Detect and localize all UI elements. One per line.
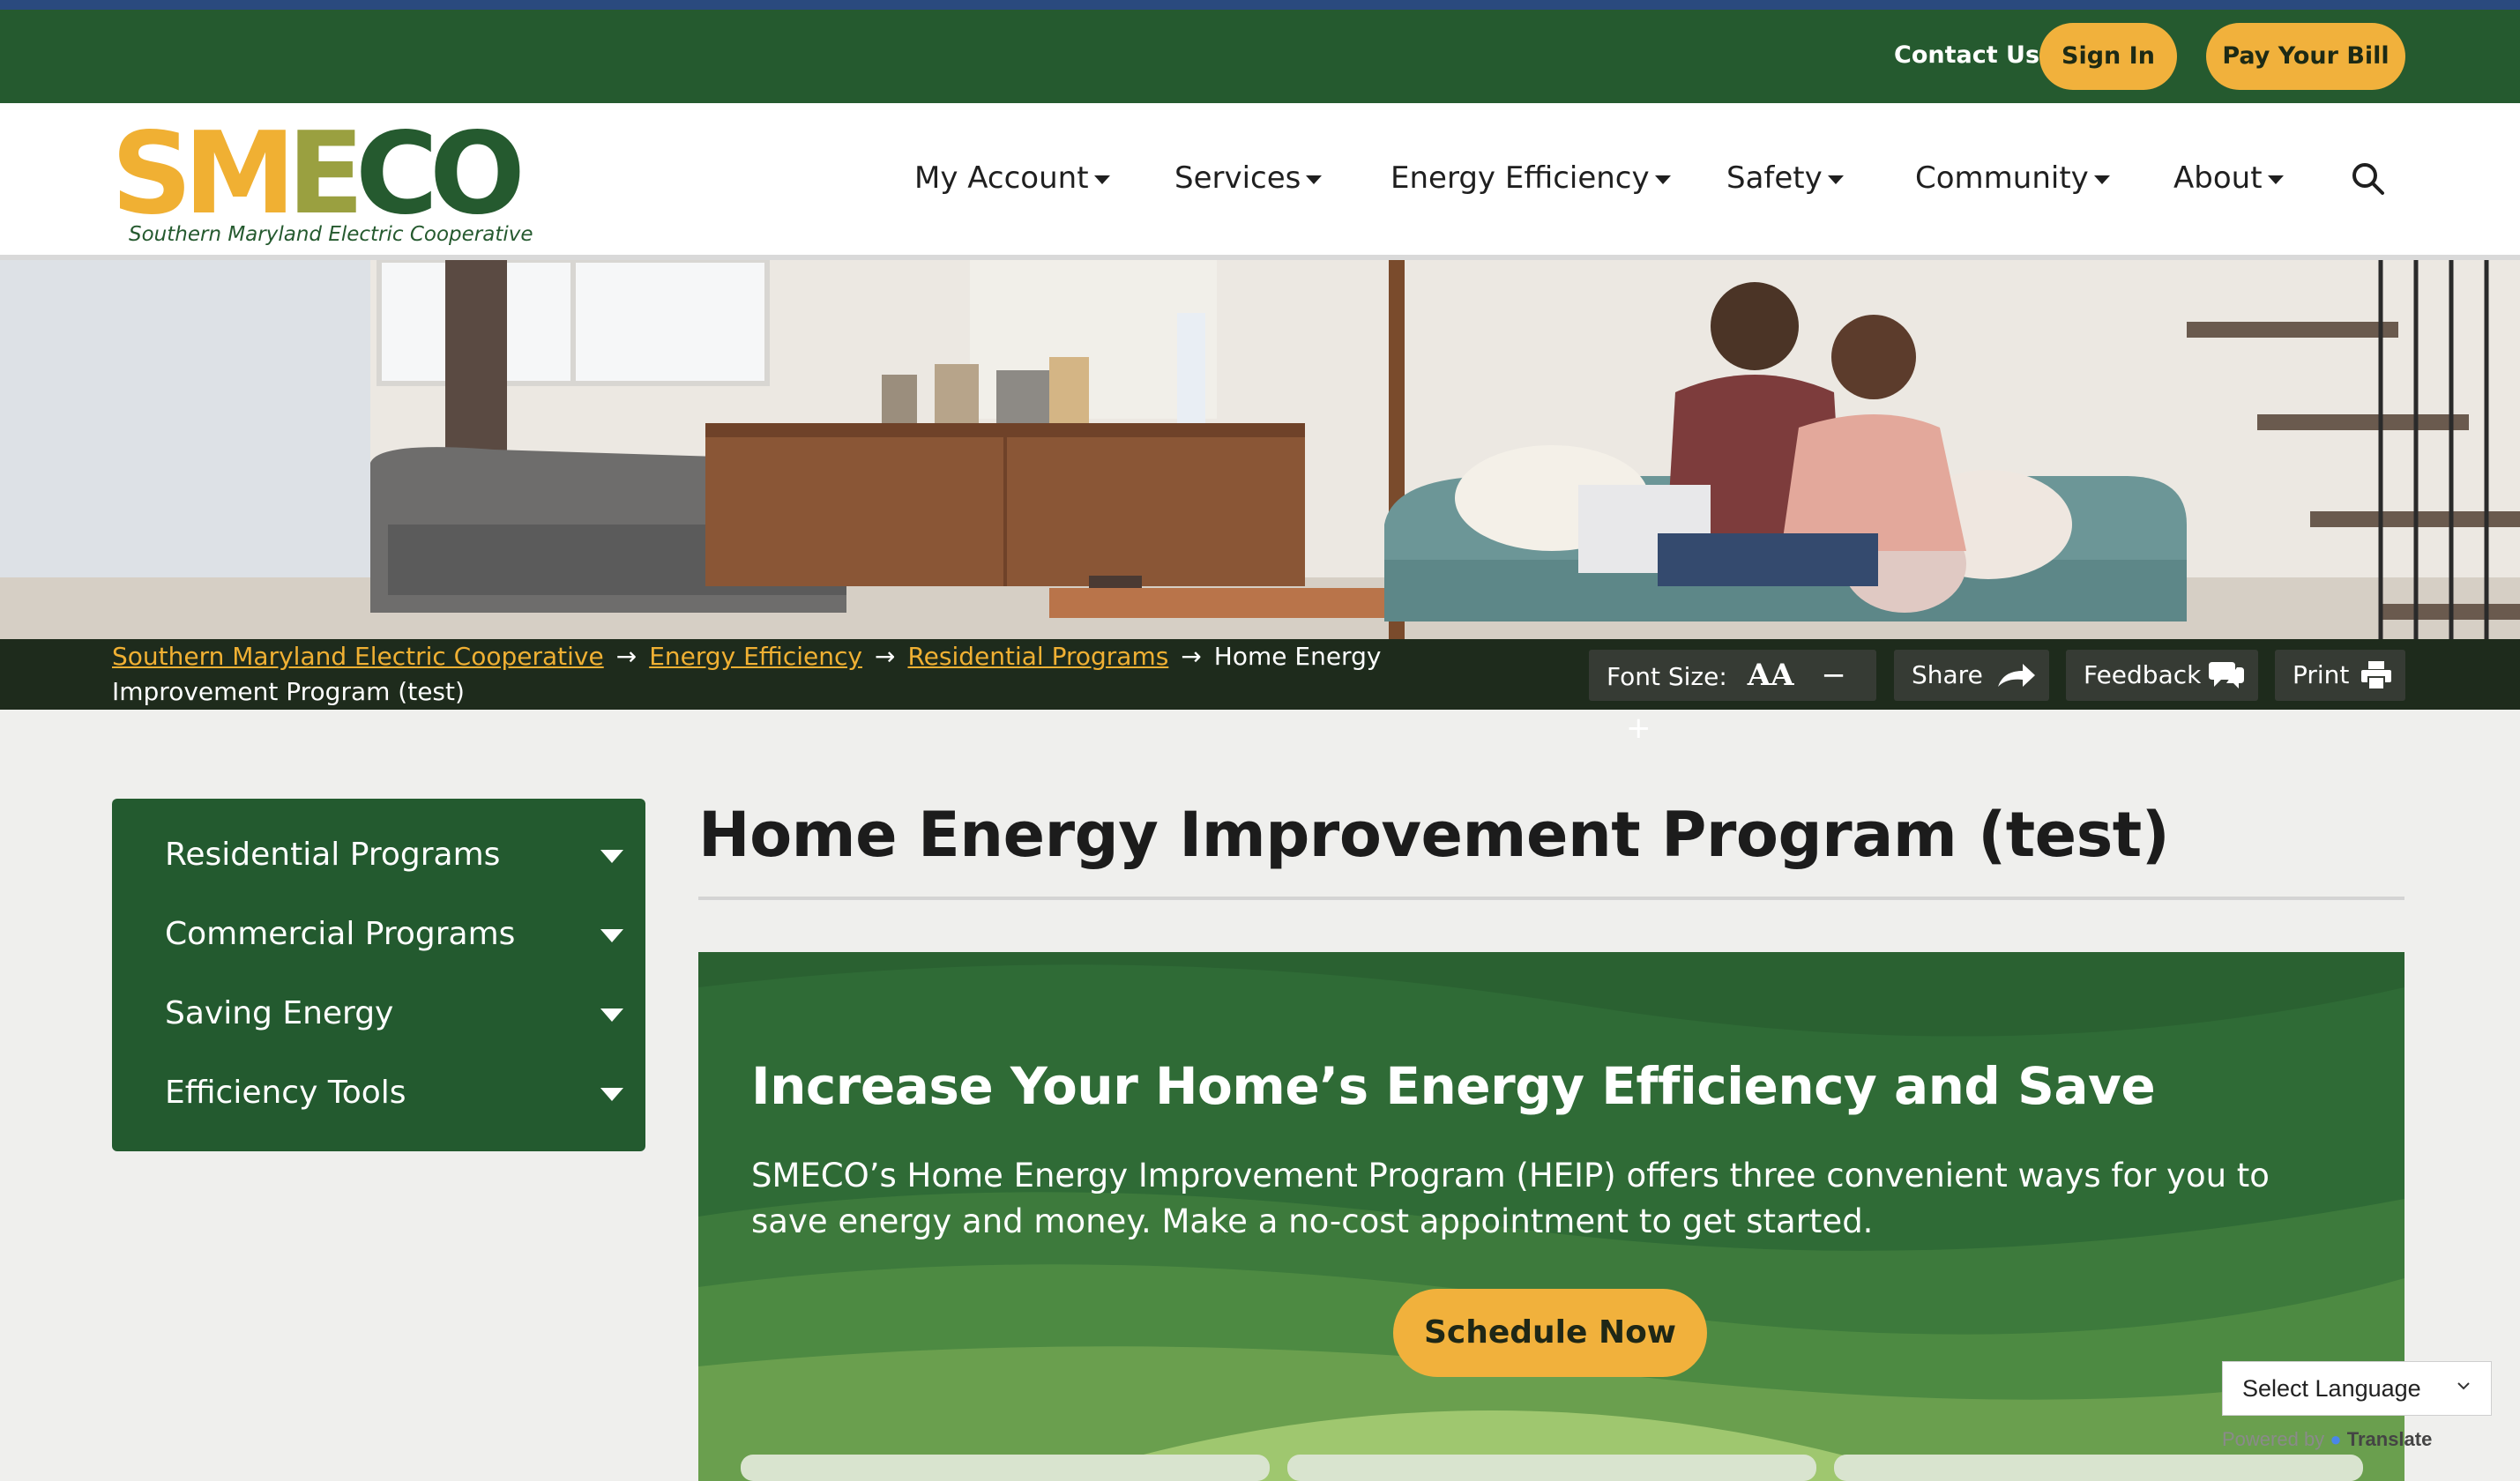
share-button[interactable]: Share	[1894, 650, 2049, 701]
utility-bar: Contact Us Sign In Pay Your Bill	[0, 10, 2520, 103]
breadcrumb-link-home[interactable]: Southern Maryland Electric Cooperative	[112, 642, 604, 671]
sidebar-item-residential-programs[interactable]: Residential Programs	[165, 829, 623, 882]
logo-tagline: Southern Maryland Electric Cooperative	[129, 223, 533, 246]
chevron-down-icon	[2457, 1382, 2470, 1390]
google-logo-icon: ●	[2330, 1428, 2342, 1450]
promo-banner: Increase Your Home’s Energy Efficiency a…	[698, 952, 2404, 1481]
font-decrease-button[interactable]: −	[1821, 658, 1846, 693]
title-divider	[698, 897, 2404, 900]
font-size-icon: AA	[1747, 658, 1794, 693]
font-size-control: Font Size: AA − +	[1589, 650, 1876, 746]
caret-down-icon	[1093, 175, 1110, 184]
breadcrumb-link-energy-efficiency[interactable]: Energy Efficiency	[649, 642, 862, 671]
font-increase-button[interactable]: +	[1626, 711, 1651, 746]
nav-community[interactable]: Community	[1915, 156, 2110, 200]
chevron-down-icon[interactable]	[600, 1008, 623, 1022]
feedback-button[interactable]: Feedback	[2066, 650, 2258, 701]
breadcrumb: Southern Maryland Electric Cooperative → E…	[112, 639, 1523, 710]
print-button[interactable]: Print	[2275, 650, 2405, 701]
nav-my-account[interactable]: My Account	[914, 156, 1110, 200]
caret-down-icon	[2093, 175, 2110, 184]
nav-services[interactable]: Services	[1174, 156, 1323, 200]
breadcrumb-arrow-icon: →	[615, 642, 637, 671]
select-language-dropdown[interactable]: Select Language	[2222, 1361, 2492, 1416]
schedule-now-button[interactable]: Schedule Now	[1393, 1289, 1707, 1377]
search-button[interactable]	[2349, 160, 2388, 198]
breadcrumb-bar: Southern Maryland Electric Cooperative → E…	[0, 639, 2520, 746]
nav-about[interactable]: About	[2173, 156, 2284, 200]
search-icon	[2352, 163, 2384, 195]
breadcrumb-arrow-icon: →	[875, 642, 896, 671]
feedback-icon	[2209, 662, 2244, 688]
printer-icon	[2361, 661, 2391, 689]
page-title: Home Energy Improvement Program (test)	[698, 799, 2170, 871]
nav-energy-efficiency[interactable]: Energy Efficiency	[1390, 156, 1671, 200]
main-navigation: SMECO Southern Maryland Electric Coopera…	[0, 103, 2520, 260]
smeco-logo[interactable]: SMECO Southern Maryland Electric Coopera…	[111, 108, 533, 251]
share-icon	[1998, 664, 2035, 687]
top-accent-strip	[0, 0, 2520, 10]
powered-by-translate[interactable]: Powered by ● Translate	[2222, 1428, 2432, 1451]
logo-wordmark: SMECO	[111, 108, 526, 240]
pay-bill-button[interactable]: Pay Your Bill	[2206, 23, 2405, 90]
caret-down-icon	[1654, 175, 1671, 184]
sign-in-button[interactable]: Sign In	[2039, 23, 2177, 90]
chevron-down-icon[interactable]	[600, 1088, 623, 1101]
breadcrumb-arrow-icon: →	[1181, 642, 1202, 671]
font-size-label: Font Size:	[1607, 662, 1727, 691]
caret-down-icon	[1827, 175, 1844, 184]
contact-us-link[interactable]: Contact Us	[1894, 34, 2039, 77]
sidebar-item-saving-energy[interactable]: Saving Energy	[165, 987, 623, 1040]
chevron-down-icon[interactable]	[600, 929, 623, 942]
sidebar-item-efficiency-tools[interactable]: Efficiency Tools	[165, 1067, 623, 1120]
nav-safety[interactable]: Safety	[1726, 156, 1844, 200]
chevron-down-icon[interactable]	[600, 850, 623, 863]
promo-heading: Increase Your Home’s Energy Efficiency a…	[751, 1056, 2156, 1116]
promo-description: SMECO’s Home Energy Improvement Program …	[751, 1157, 2270, 1240]
breadcrumb-link-residential-programs[interactable]: Residential Programs	[907, 642, 1168, 671]
section-sidebar: Residential Programs Commercial Programs…	[112, 799, 645, 1151]
living-room-illustration	[0, 260, 2520, 639]
hero-image	[0, 260, 2520, 639]
sidebar-item-commercial-programs[interactable]: Commercial Programs	[165, 908, 623, 961]
caret-down-icon	[1306, 175, 1323, 184]
caret-down-icon	[2267, 175, 2284, 184]
